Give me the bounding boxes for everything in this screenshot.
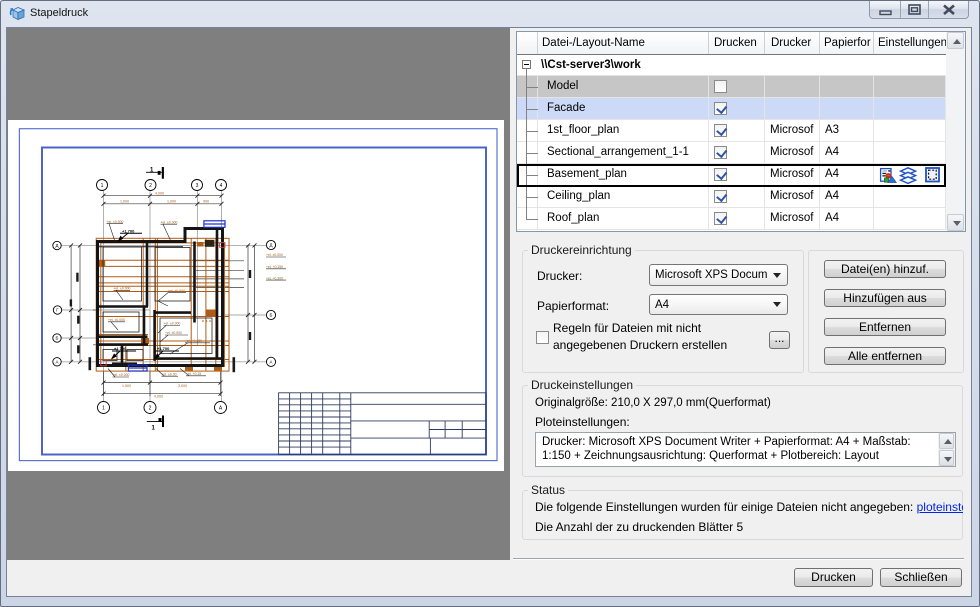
svg-text:+el. +0.150: +el. +0.150 <box>185 339 202 343</box>
svg-text:+el. ±0.000: +el. ±0.000 <box>266 253 283 257</box>
svg-text:4,000: 4,000 <box>155 192 164 196</box>
svg-text:+el. ±0.000: +el. ±0.000 <box>168 289 185 293</box>
svg-text:900: 900 <box>203 200 209 204</box>
svg-text:+el. ±0.00: +el. ±0.00 <box>162 372 177 376</box>
svg-text:+1.700: +1.700 <box>122 228 135 233</box>
svg-text:1,000: 1,000 <box>167 200 176 204</box>
svg-text:4: 4 <box>220 183 223 189</box>
svg-text:Д: Д <box>56 243 59 248</box>
svg-text:+el. ±0.000: +el. ±0.000 <box>161 220 178 224</box>
svg-text:+el. ±0.000: +el. ±0.000 <box>113 373 130 377</box>
svg-text:А: А <box>270 359 273 364</box>
svg-text:+el. ±0.000: +el. ±0.000 <box>114 287 131 291</box>
svg-text:+1.700: +1.700 <box>157 346 170 351</box>
svg-text:1,000: 1,000 <box>120 200 129 204</box>
svg-text:1: 1 <box>101 183 104 189</box>
svg-text:+1.700: +1.700 <box>114 346 127 351</box>
svg-text:+el. +0.300: +el. +0.300 <box>266 276 283 280</box>
svg-text:1: 1 <box>102 405 105 411</box>
svg-text:Б: Б <box>270 313 273 318</box>
svg-text:+el. ±0.000: +el. ±0.000 <box>164 322 181 326</box>
svg-text:2: 2 <box>149 405 152 411</box>
svg-text:1: 1 <box>152 426 156 432</box>
svg-text:3: 3 <box>196 183 199 189</box>
svg-text:А: А <box>56 359 59 364</box>
svg-text:2: 2 <box>149 183 152 189</box>
svg-text:+el. +0.150: +el. +0.150 <box>266 265 283 269</box>
svg-text:Д: Д <box>270 243 273 248</box>
svg-text:+el. ±0.000: +el. ±0.000 <box>108 318 125 322</box>
svg-text:3,000: 3,000 <box>178 384 187 388</box>
svg-text:+el. ±0.000: +el. ±0.000 <box>165 331 182 335</box>
svg-text:+el. +0.15: +el. +0.15 <box>186 372 201 376</box>
svg-text:1,500: 1,500 <box>122 384 131 388</box>
svg-text:Б: Б <box>56 336 59 341</box>
svg-text:4,000: 4,000 <box>154 395 163 399</box>
svg-text:+el. ±0.000: +el. ±0.000 <box>107 220 124 224</box>
